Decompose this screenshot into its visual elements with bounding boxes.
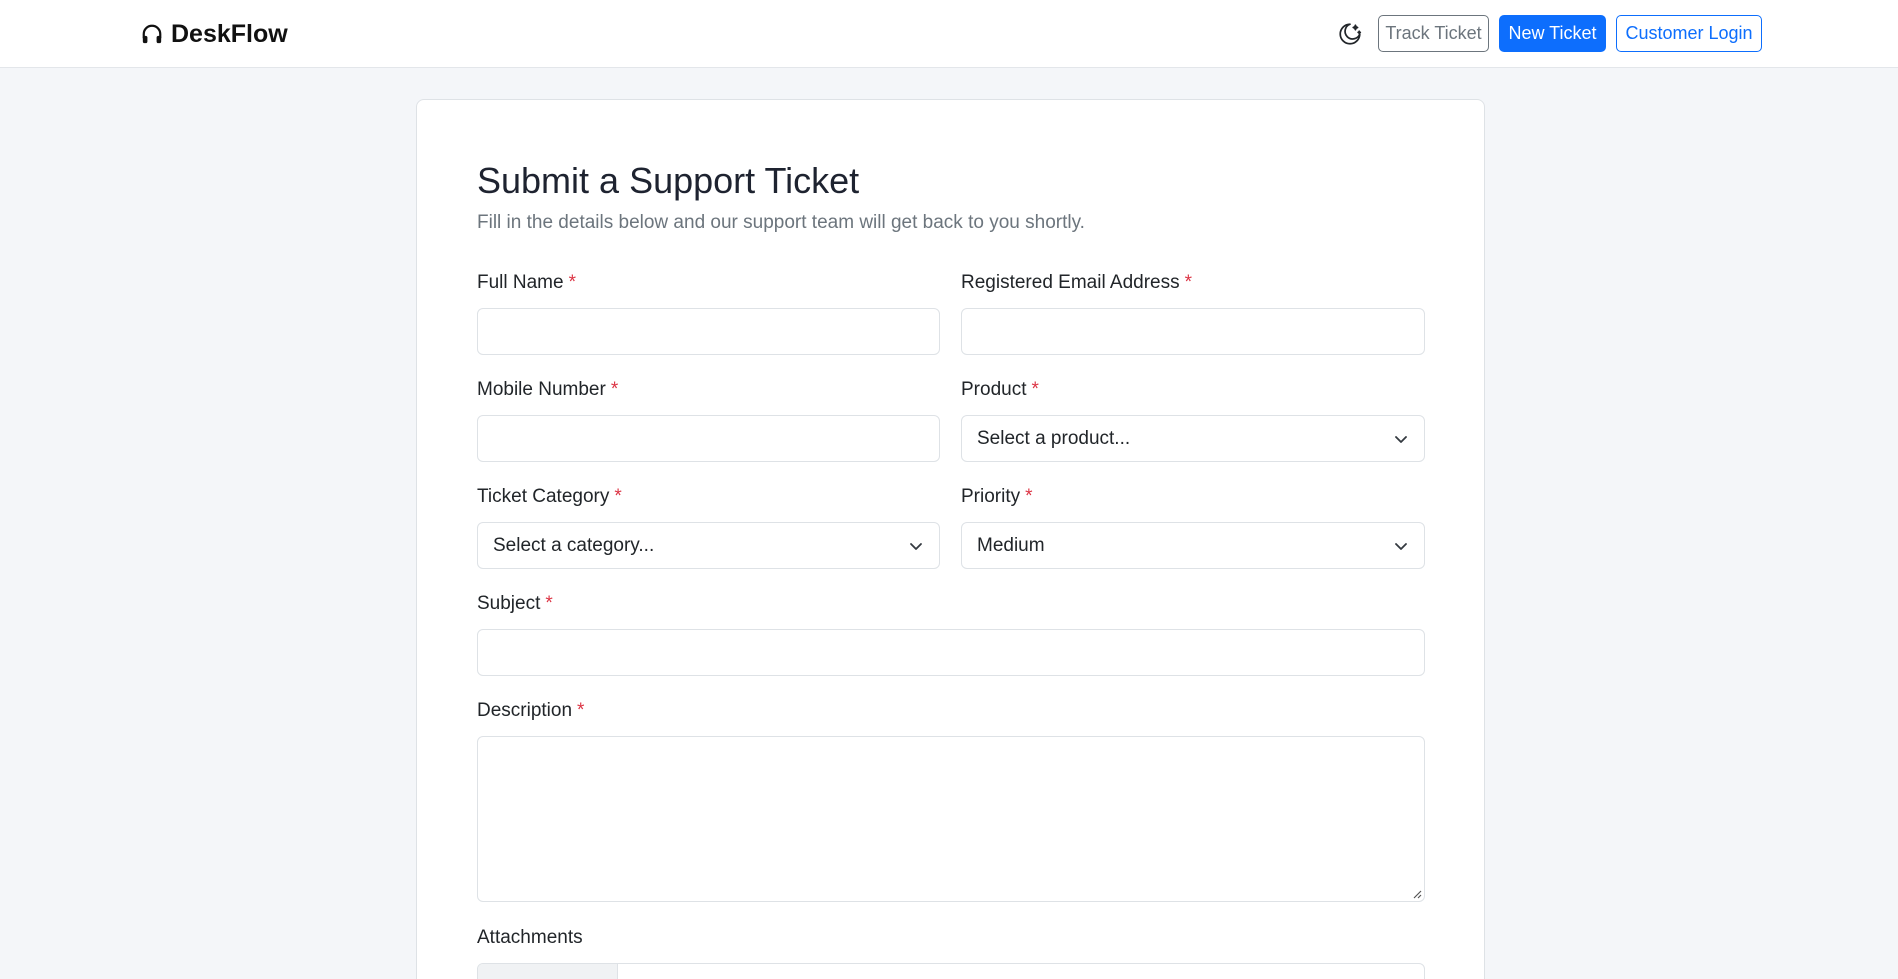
required-marker: *	[1184, 272, 1193, 293]
priority-selected-value: Medium	[977, 534, 1045, 556]
page-subtitle: Fill in the details below and our suppor…	[477, 212, 1085, 233]
product-label: Product *	[961, 379, 1039, 400]
top-navbar: DeskFlow Track Ticket New Ticket Custome…	[0, 0, 1898, 68]
mobile-input[interactable]	[477, 415, 940, 462]
full-name-label: Full Name *	[477, 272, 576, 293]
required-marker: *	[577, 700, 585, 721]
required-marker: *	[1031, 379, 1039, 400]
theme-toggle-button[interactable]	[1334, 18, 1366, 50]
description-textarea[interactable]	[477, 736, 1425, 902]
attachments-file-input[interactable]	[477, 963, 1425, 979]
track-ticket-button[interactable]: Track Ticket	[1378, 15, 1489, 52]
required-marker: *	[614, 486, 622, 507]
chevron-down-icon	[910, 542, 922, 550]
ticket-form-card: Submit a Support Ticket Fill in the deta…	[416, 99, 1485, 979]
required-marker: *	[545, 593, 553, 614]
chevron-down-icon	[1395, 542, 1407, 550]
priority-select[interactable]: Medium	[961, 522, 1425, 569]
choose-files-button[interactable]	[478, 964, 618, 979]
category-selected-value: Select a category...	[493, 534, 655, 556]
priority-label: Priority *	[961, 486, 1033, 507]
product-select[interactable]: Select a product...	[961, 415, 1425, 462]
category-label: Ticket Category *	[477, 486, 622, 507]
category-select[interactable]: Select a category...	[477, 522, 940, 569]
brand-logo[interactable]: DeskFlow	[141, 17, 288, 51]
new-ticket-button[interactable]: New Ticket	[1499, 15, 1606, 52]
email-input[interactable]	[961, 308, 1425, 355]
required-marker: *	[610, 379, 619, 400]
headphones-icon	[142, 24, 162, 44]
moon-stars-icon	[1339, 23, 1362, 45]
description-label: Description *	[477, 700, 585, 721]
email-label: Registered Email Address *	[961, 272, 1193, 293]
chevron-down-icon	[1395, 435, 1407, 443]
brand-name: DeskFlow	[171, 19, 288, 48]
attachments-label: Attachments	[477, 927, 583, 948]
required-marker: *	[1025, 486, 1033, 507]
subject-input[interactable]	[477, 629, 1425, 676]
required-marker: *	[568, 272, 576, 293]
mobile-label: Mobile Number *	[477, 379, 619, 400]
subject-label: Subject *	[477, 593, 553, 614]
full-name-input[interactable]	[477, 308, 940, 355]
customer-login-button[interactable]: Customer Login	[1616, 15, 1762, 52]
page-title: Submit a Support Ticket	[477, 160, 860, 201]
resize-handle-icon[interactable]	[1412, 889, 1422, 899]
product-selected-value: Select a product...	[977, 427, 1131, 449]
